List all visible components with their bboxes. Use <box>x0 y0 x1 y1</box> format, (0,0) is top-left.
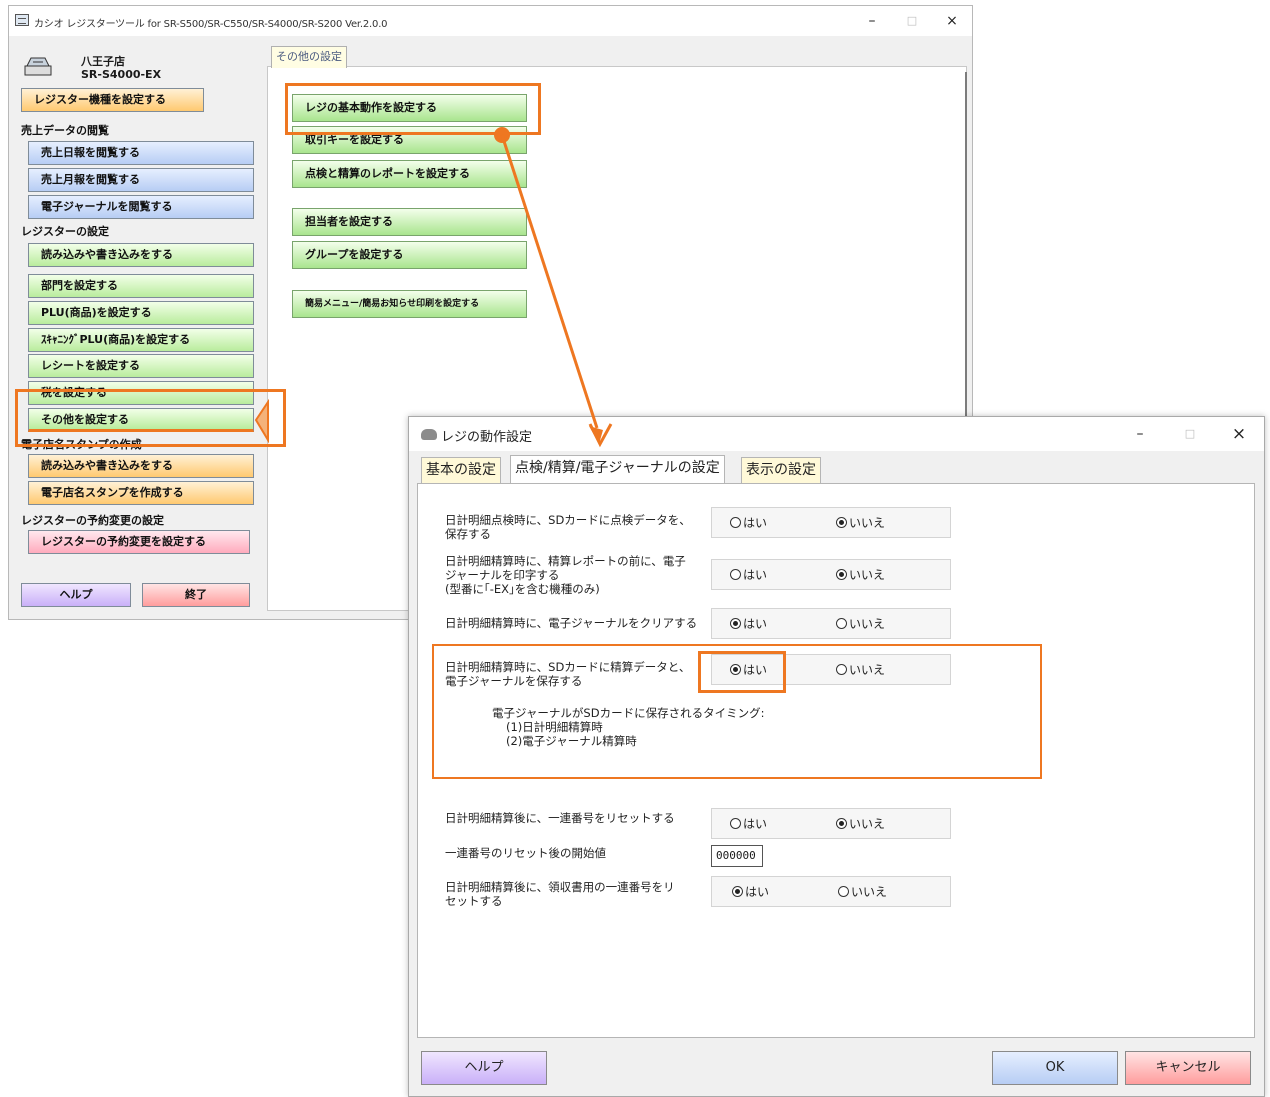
pointer-arrow-icon <box>254 398 269 444</box>
arrow-line <box>500 134 599 429</box>
annotation-arrow-layer <box>254 127 613 448</box>
